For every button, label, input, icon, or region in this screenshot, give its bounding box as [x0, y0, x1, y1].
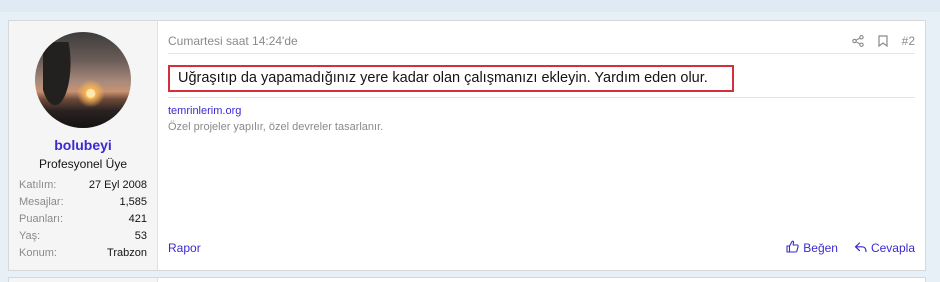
- next-post-edge: [8, 277, 926, 282]
- post-footer: Rapor Beğen Cevapla: [168, 240, 915, 256]
- avatar[interactable]: [35, 32, 131, 128]
- post-number[interactable]: #2: [902, 34, 915, 48]
- post-main: Cumartesi saat 14:24'de #2 Uğraşıtıp da …: [158, 21, 925, 270]
- user-title: Profesyonel Üye: [38, 157, 128, 171]
- user-stats: Katılım: 27 Eyl 2008 Mesajlar: 1,585 Pua…: [9, 177, 157, 262]
- like-label: Beğen: [803, 241, 838, 255]
- signature: temrinlerim.org Özel projeler yapılır, ö…: [168, 97, 915, 133]
- bookmark-icon[interactable]: [878, 34, 888, 47]
- stat-row-points: Puanları: 421: [19, 211, 147, 228]
- stat-value[interactable]: 1,585: [119, 194, 147, 211]
- stat-value: Trabzon: [107, 247, 147, 259]
- reply-button[interactable]: Cevapla: [854, 241, 915, 256]
- footer-actions: Beğen Cevapla: [786, 240, 915, 256]
- user-panel: bolubeyi Profesyonel Üye Katılım: 27 Eyl…: [9, 21, 158, 270]
- thumbs-up-icon: [786, 240, 799, 256]
- stat-value: 53: [134, 230, 147, 242]
- post-date[interactable]: Cumartesi saat 14:24'de: [168, 34, 298, 48]
- stat-row-joined: Katılım: 27 Eyl 2008: [19, 177, 147, 194]
- stat-value[interactable]: 421: [129, 211, 147, 228]
- signature-link[interactable]: temrinlerim.org: [168, 105, 915, 117]
- username-link[interactable]: bolubeyi: [9, 137, 157, 153]
- share-icon[interactable]: [851, 34, 864, 47]
- stat-row-age: Yaş: 53: [19, 228, 147, 245]
- report-link[interactable]: Rapor: [168, 241, 201, 255]
- reply-label: Cevapla: [870, 241, 915, 255]
- stat-label: Mesajlar:: [19, 196, 64, 208]
- avatar-image-detail: [43, 42, 73, 112]
- stat-label: Konum:: [19, 247, 57, 259]
- post-actions: #2: [851, 34, 915, 48]
- stat-value: 27 Eyl 2008: [88, 179, 147, 191]
- stat-label: Puanları:: [19, 213, 64, 225]
- like-button[interactable]: Beğen: [786, 240, 838, 256]
- post-message: bolubeyi Profesyonel Üye Katılım: 27 Eyl…: [8, 20, 926, 271]
- next-post-user-panel: [9, 278, 158, 282]
- reply-icon: [854, 241, 867, 256]
- stat-label: Katılım:: [19, 179, 57, 191]
- stat-label: Yaş:: [19, 230, 41, 242]
- post-body: Uğraşıtıp da yapamadığınız yere kadar ol…: [168, 65, 734, 92]
- stat-row-messages: Mesajlar: 1,585: [19, 194, 147, 211]
- stat-row-location: Konum: Trabzon: [19, 245, 147, 262]
- signature-text: Özel projeler yapılır, özel devreler tas…: [168, 121, 384, 133]
- post-meta: Cumartesi saat 14:24'de #2: [168, 21, 915, 54]
